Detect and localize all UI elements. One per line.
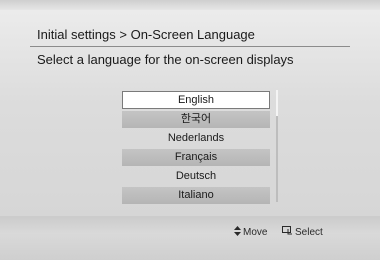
move-label: Move (243, 227, 268, 238)
language-option-french[interactable]: Français (122, 149, 270, 166)
language-list-scrollbar[interactable] (276, 90, 278, 202)
select-label: Select (295, 226, 323, 238)
language-option-italian[interactable]: Italiano (122, 187, 270, 204)
scroll-thumb[interactable] (276, 90, 278, 116)
updown-arrow-icon (234, 226, 241, 239)
language-list: English 한국어 Nederlands Français Deutsch … (122, 91, 270, 206)
bottom-bar (0, 216, 380, 260)
move-hint: Move (234, 226, 267, 239)
enter-icon (282, 226, 293, 238)
language-option-german[interactable]: Deutsch (122, 168, 270, 185)
language-option-dutch[interactable]: Nederlands (122, 130, 270, 147)
page-subtitle: Select a language for the on-screen disp… (37, 52, 294, 67)
settings-panel: Initial settings > On-Screen Language Se… (0, 0, 380, 260)
language-option-korean[interactable]: 한국어 (122, 111, 270, 128)
breadcrumb: Initial settings > On-Screen Language (37, 27, 255, 42)
screen: Initial settings > On-Screen Language Se… (0, 0, 380, 260)
header-divider (30, 46, 350, 47)
language-option-english[interactable]: English (122, 91, 270, 109)
top-band (0, 0, 380, 10)
select-hint: Select (282, 226, 323, 238)
